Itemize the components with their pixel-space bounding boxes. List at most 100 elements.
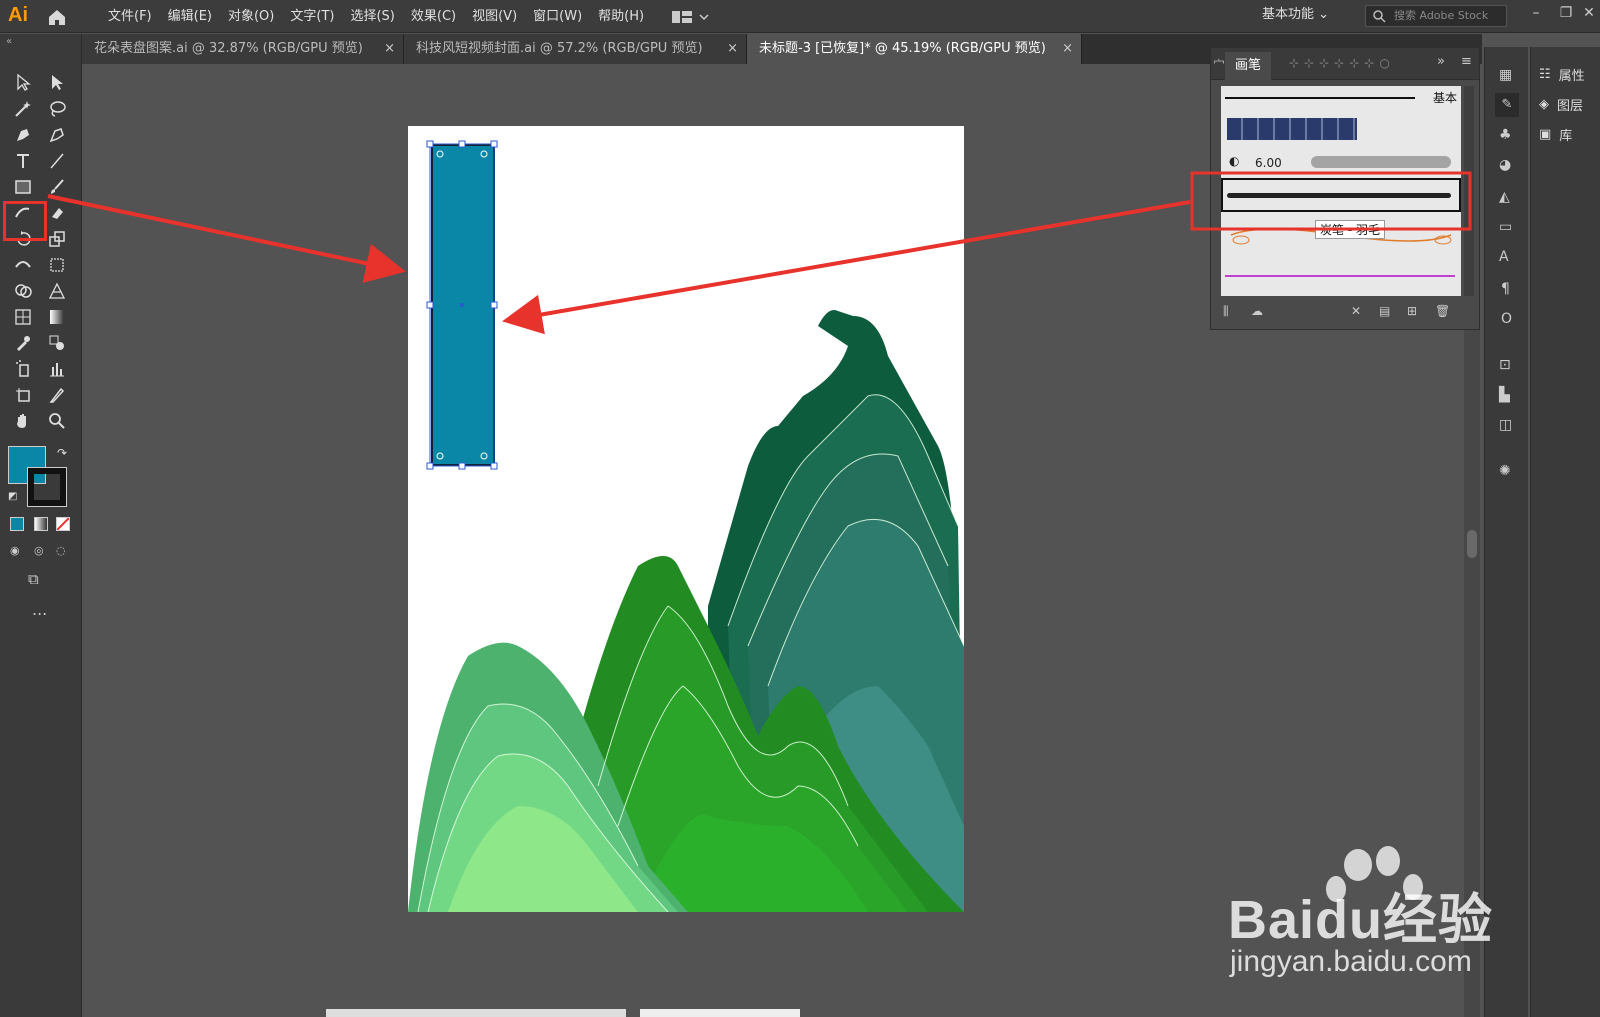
close-tab-icon[interactable]: × [384,34,395,64]
brush-purple[interactable] [1221,270,1461,282]
transparency-icon[interactable]: ◭ [1499,189,1510,205]
color-guide-icon[interactable]: ▦ [1499,67,1512,83]
gradient-mode-icon[interactable] [34,517,48,531]
gradient-panel-icon[interactable]: ▭ [1499,219,1512,235]
graph-tool-icon[interactable] [44,357,70,381]
scale-tool-icon[interactable] [44,227,70,251]
brush-list-scrollbar[interactable] [1464,86,1474,296]
libraries-panel-button[interactable]: ▣ 库 [1539,121,1572,147]
blend-tool-icon[interactable] [44,331,70,355]
curvature-tool-icon[interactable] [44,123,70,147]
free-transform-icon[interactable] [44,253,70,277]
edit-toolbar-button[interactable]: ... [32,600,47,619]
restore-icon[interactable]: ❐ [1555,2,1577,24]
color-mode-icon[interactable] [10,517,24,531]
eyedropper-icon[interactable] [10,331,36,355]
pen-tool-icon[interactable] [10,123,36,147]
brush-libraries-icon[interactable]: ⫼ [1223,304,1229,319]
width-tool-icon[interactable] [10,253,36,277]
line-tool-icon[interactable] [44,149,70,173]
swap-colors-icon[interactable]: ↷ [57,446,67,460]
appearance-icon[interactable]: ✺ [1499,463,1511,479]
menu-type[interactable]: 文字(T) [282,0,342,33]
menu-object[interactable]: 对象(O) [220,0,282,33]
brush-pattern[interactable] [1221,112,1461,144]
symbol-sprayer-icon[interactable] [10,357,36,381]
character-icon[interactable]: A [1499,249,1509,265]
properties-panel-button[interactable]: ☷ 属性 [1539,61,1585,87]
panel-tab-prev[interactable]: 宀 [1213,56,1225,73]
perspective-grid-icon[interactable] [44,279,70,303]
workspace-switcher[interactable]: 基本功能 ⌄ [1262,0,1329,30]
paragraph-icon[interactable]: ¶ [1501,281,1510,297]
align-icon[interactable]: ▙ [1499,387,1510,403]
close-tab-icon[interactable]: × [1062,34,1073,64]
draw-behind-icon[interactable]: ◎ [34,544,44,557]
tab-document-2[interactable]: 科技风短视频封面.ai @ 57.2% (RGB/GPU 预览) × [404,34,747,64]
pathfinder-icon[interactable]: ◫ [1499,417,1512,433]
opentype-icon[interactable]: O [1501,311,1512,327]
other-panel-tabs[interactable]: ⊹⊹⊹⊹⊹⊹○ [1289,56,1395,70]
brush-calligraphic[interactable]: ◐ 6.00 [1221,150,1461,176]
selection-handles[interactable] [426,140,500,470]
close-icon[interactable]: ✕ [1578,2,1600,24]
scroll-thumb[interactable] [1467,530,1477,558]
draw-normal-icon[interactable]: ◉ [10,544,20,557]
draw-inside-icon[interactable]: ◌ [56,544,66,557]
tab-document-3[interactable]: 未标题-3 [已恢复]* @ 45.19% (RGB/GPU 预览) × [747,34,1082,64]
tab-brushes[interactable]: 画笔 [1225,52,1272,80]
artboard[interactable] [408,126,964,912]
magic-wand-icon[interactable] [10,97,36,121]
new-brush-icon[interactable]: ⊞ [1407,304,1417,318]
mesh-tool-icon[interactable] [10,305,36,329]
brush-basic[interactable]: 基本 [1221,88,1461,108]
delete-brush-icon[interactable]: 🗑 [1435,304,1450,318]
direct-selection-tool-icon[interactable] [44,70,70,94]
graphic-styles-icon[interactable]: ◕ [1499,157,1511,173]
lasso-tool-icon[interactable] [44,97,70,121]
none-mode-icon[interactable] [56,517,70,531]
home-icon[interactable] [46,6,68,28]
menu-file[interactable]: 文件(F) [100,0,160,33]
panel-menu-icon[interactable]: ≡ [1461,54,1472,69]
paintbrush-tool-icon[interactable] [44,175,70,199]
slice-tool-icon[interactable] [44,383,70,407]
tab-document-1[interactable]: 花朵表盘图案.ai @ 32.87% (RGB/GPU 预览) × [82,34,404,64]
menu-select[interactable]: 选择(S) [342,0,402,33]
eraser-tool-icon[interactable] [44,201,70,225]
brush-art-orange[interactable]: 炭笔 - 羽毛 [1221,218,1461,252]
properties-label: 属性 [1558,68,1585,84]
menu-edit[interactable]: 编辑(E) [160,0,220,33]
arrange-documents-icon[interactable] [670,8,710,26]
type-tool-icon[interactable] [10,149,36,173]
watermark-url: jingyan.baidu.com [1230,945,1472,978]
brushes-panel-icon[interactable]: ✎ [1495,93,1519,117]
default-colors-icon[interactable]: ◩ [8,491,17,502]
stock-search-input[interactable]: 搜索 Adobe Stock [1365,5,1507,27]
hand-tool-icon[interactable] [10,409,36,433]
menu-window[interactable]: 窗口(W) [525,0,590,33]
layers-panel-button[interactable]: ◈ 图层 [1539,91,1583,117]
minimize-icon[interactable]: – [1525,2,1547,24]
shape-builder-icon[interactable] [10,279,36,303]
libraries-panel-icon[interactable]: ☁ [1251,304,1263,318]
brush-charcoal-feather[interactable] [1221,178,1461,212]
menu-effect[interactable]: 效果(C) [403,0,464,33]
close-tab-icon[interactable]: × [727,34,738,64]
symbols-icon[interactable]: ♣ [1499,127,1512,143]
zoom-tool-icon[interactable] [44,409,70,433]
collapse-panel-icon[interactable]: « [6,36,12,47]
artboard-tool-icon[interactable] [10,383,36,407]
rectangle-tool-icon[interactable] [10,175,36,199]
menu-view[interactable]: 视图(V) [464,0,525,33]
brush-options-icon[interactable]: ▤ [1379,304,1390,318]
expand-panel-icon[interactable]: » [1437,54,1445,69]
selection-tool-icon[interactable] [10,70,36,94]
libraries-label: 库 [1559,128,1573,144]
transform-icon[interactable]: ⊡ [1499,357,1511,373]
gradient-tool-icon[interactable] [44,305,70,329]
menu-help[interactable]: 帮助(H) [590,0,652,33]
stroke-swatch[interactable] [27,467,67,507]
remove-brush-stroke-icon[interactable]: ✕ [1351,304,1361,318]
screen-mode-icon[interactable]: ⧉ [28,570,39,588]
